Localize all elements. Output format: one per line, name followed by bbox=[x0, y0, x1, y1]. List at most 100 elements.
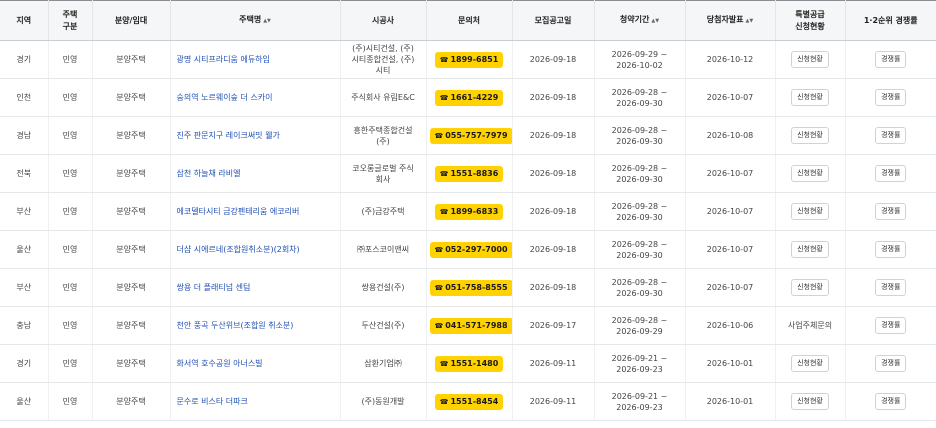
col-notice-label: 모집공고일 bbox=[534, 15, 572, 25]
phone-badge[interactable]: ☎ 055-757-7979 bbox=[429, 127, 511, 144]
housing-type-cell: 민영 bbox=[48, 382, 93, 421]
builder-cell: 흥한주택종합건설 (주) bbox=[340, 116, 427, 155]
phone-badge[interactable]: ☎ 1551-8454 bbox=[434, 393, 504, 410]
special-supply-button[interactable]: 신청현황 bbox=[791, 89, 829, 106]
sort-icon[interactable]: ▲▼ bbox=[263, 18, 271, 24]
competition-cell: 경쟁률 bbox=[845, 116, 936, 155]
phone-icon: ☎ bbox=[434, 283, 444, 292]
housing-name-link[interactable]: 문수로 비스타 더파크 bbox=[177, 397, 248, 406]
special-supply-cell: 신청현황 bbox=[775, 382, 846, 421]
builder-cell: (주)동원개발 bbox=[340, 382, 427, 421]
phone-badge[interactable]: ☎ 1661-4229 bbox=[434, 89, 504, 106]
housing-name-link[interactable]: 진주 판문지구 레이크써밋 웰가 bbox=[177, 131, 280, 140]
period-cell: 2026-09-28 ~2026-09-30 bbox=[594, 268, 686, 307]
col-winner-label: 당첨자발표 bbox=[706, 15, 744, 24]
period-start: 2026-09-28 ~ bbox=[611, 201, 668, 211]
competition-button[interactable]: 경쟁률 bbox=[875, 279, 907, 296]
period-cell: 2026-09-28 ~2026-09-30 bbox=[594, 230, 686, 269]
competition-button[interactable]: 경쟁률 bbox=[875, 89, 907, 106]
competition-cell: 경쟁률 bbox=[845, 382, 936, 421]
competition-button[interactable]: 경쟁률 bbox=[875, 393, 907, 410]
competition-cell: 경쟁률 bbox=[845, 344, 936, 383]
table-row: 부산 민영 분양주택 에코델타시티 금강펜테리움 에코리버 (주)금강주택 ☎ 1899-6… bbox=[0, 192, 936, 231]
builder-cell: 코오롱글로벌 주식 회사 bbox=[340, 154, 427, 193]
sort-icon[interactable]: ▲▼ bbox=[651, 18, 659, 24]
phone-badge[interactable]: ☎ 051-758-8555 bbox=[429, 279, 511, 296]
winner-date-cell: 2026-10-07 bbox=[685, 154, 776, 193]
special-supply-cell: 신청현황 bbox=[775, 230, 846, 269]
period-start: 2026-09-29 ~ bbox=[611, 49, 668, 59]
special-supply-button[interactable]: 신청현황 bbox=[791, 127, 829, 144]
competition-button[interactable]: 경쟁률 bbox=[875, 241, 907, 258]
winner-date-cell: 2026-10-07 bbox=[685, 230, 776, 269]
phone-badge[interactable]: ☎ 041-571-7988 bbox=[429, 317, 511, 334]
competition-cell: 경쟁률 bbox=[845, 154, 936, 193]
housing-name-link[interactable]: 더샵 시에르네(조합원취소분)(2회차) bbox=[177, 245, 300, 254]
housing-name-link[interactable]: 숭의역 노르웨이숲 더 스카이 bbox=[177, 93, 273, 102]
housing-name-link[interactable]: 에코델타시티 금강펜테리움 에코리버 bbox=[177, 207, 300, 216]
housing-name-link[interactable]: 광명 시티프라디움 에듀하임 bbox=[177, 55, 270, 64]
period-start: 2026-09-28 ~ bbox=[611, 315, 668, 325]
special-supply-button[interactable]: 신청현황 bbox=[791, 51, 829, 68]
special-supply-cell: 신청현황 bbox=[775, 268, 846, 307]
notice-date-cell: 2026-09-18 bbox=[512, 78, 595, 117]
special-supply-button[interactable]: 신청현황 bbox=[791, 279, 829, 296]
housing-type-cell: 민영 bbox=[48, 116, 93, 155]
phone-number: 055-757-7979 bbox=[445, 130, 508, 140]
period-end: 2026-09-30 bbox=[616, 98, 663, 108]
housing-type-cell: 민영 bbox=[48, 154, 93, 193]
region-cell: 경기 bbox=[0, 40, 49, 79]
competition-button[interactable]: 경쟁률 bbox=[875, 165, 907, 182]
housing-name-cell: 문수로 비스타 더파크 bbox=[170, 382, 341, 421]
region-cell: 충남 bbox=[0, 306, 49, 345]
special-supply-cell: 사업주체문의 bbox=[775, 306, 846, 345]
period-end: 2026-09-30 bbox=[616, 288, 663, 298]
special-supply-cell: 신청현황 bbox=[775, 78, 846, 117]
competition-button[interactable]: 경쟁률 bbox=[875, 203, 907, 220]
special-supply-button[interactable]: 신청현황 bbox=[791, 393, 829, 410]
housing-name-link[interactable]: 화서역 호수공원 아너스빌 bbox=[177, 359, 263, 368]
phone-badge[interactable]: ☎ 1551-1480 bbox=[434, 355, 504, 372]
housing-type-cell: 민영 bbox=[48, 192, 93, 231]
col-period-label: 청약기간 bbox=[619, 15, 650, 24]
col-winner[interactable]: 당첨자발표 ▲▼ bbox=[685, 0, 776, 41]
col-notice: 모집공고일 bbox=[512, 0, 595, 41]
col-period[interactable]: 청약기간 ▲▼ bbox=[594, 0, 686, 41]
phone-number: 1551-8836 bbox=[450, 168, 499, 178]
special-supply-button[interactable]: 신청현황 bbox=[791, 203, 829, 220]
phone-badge[interactable]: ☎ 052-297-7000 bbox=[429, 241, 511, 258]
sort-icon[interactable]: ▲▼ bbox=[746, 18, 754, 24]
winner-date-cell: 2026-10-07 bbox=[685, 192, 776, 231]
special-supply-button[interactable]: 신청현황 bbox=[791, 165, 829, 182]
housing-type-cell: 민영 bbox=[48, 344, 93, 383]
period-start: 2026-09-28 ~ bbox=[611, 125, 668, 135]
region-cell: 경기 bbox=[0, 344, 49, 383]
period-end: 2026-09-29 bbox=[616, 326, 663, 336]
phone-badge[interactable]: ☎ 1551-8836 bbox=[434, 165, 504, 182]
competition-button[interactable]: 경쟁률 bbox=[875, 51, 907, 68]
competition-cell: 경쟁률 bbox=[845, 268, 936, 307]
housing-name-link[interactable]: 삼천 하늘채 라비엘 bbox=[177, 169, 241, 178]
special-supply-button[interactable]: 신청현황 bbox=[791, 241, 829, 258]
table-row: 충남 민영 분양주택 천안 풍곡 두산위브(조합원 취소분) 두산건설(주) ☎ 041-5… bbox=[0, 306, 936, 345]
phone-badge[interactable]: ☎ 1899-6851 bbox=[434, 51, 504, 68]
competition-button[interactable]: 경쟁률 bbox=[875, 355, 907, 372]
phone-badge[interactable]: ☎ 1899-6833 bbox=[434, 203, 504, 220]
notice-date-cell: 2026-09-17 bbox=[512, 306, 595, 345]
col-name[interactable]: 주택명 ▲▼ bbox=[170, 0, 341, 41]
special-supply-button[interactable]: 신청현황 bbox=[791, 355, 829, 372]
period-cell: 2026-09-29 ~2026-10-02 bbox=[594, 40, 686, 79]
col-region: 지역 bbox=[0, 0, 49, 41]
period-end: 2026-09-30 bbox=[616, 174, 663, 184]
region-cell: 울산 bbox=[0, 382, 49, 421]
builder-cell: (주)금강주택 bbox=[340, 192, 427, 231]
housing-name-link[interactable]: 천안 풍곡 두산위브(조합원 취소분) bbox=[177, 321, 294, 330]
competition-button[interactable]: 경쟁률 bbox=[875, 127, 907, 144]
housing-name-link[interactable]: 쌍용 더 플래티넘 센텀 bbox=[177, 283, 251, 292]
period-start: 2026-09-28 ~ bbox=[611, 87, 668, 97]
region-cell: 인천 bbox=[0, 78, 49, 117]
competition-button[interactable]: 경쟁률 bbox=[875, 317, 907, 334]
col-name-label: 주택명 bbox=[239, 15, 262, 24]
contact-cell: ☎ 041-571-7988 bbox=[426, 306, 513, 345]
housing-type-cell: 민영 bbox=[48, 268, 93, 307]
